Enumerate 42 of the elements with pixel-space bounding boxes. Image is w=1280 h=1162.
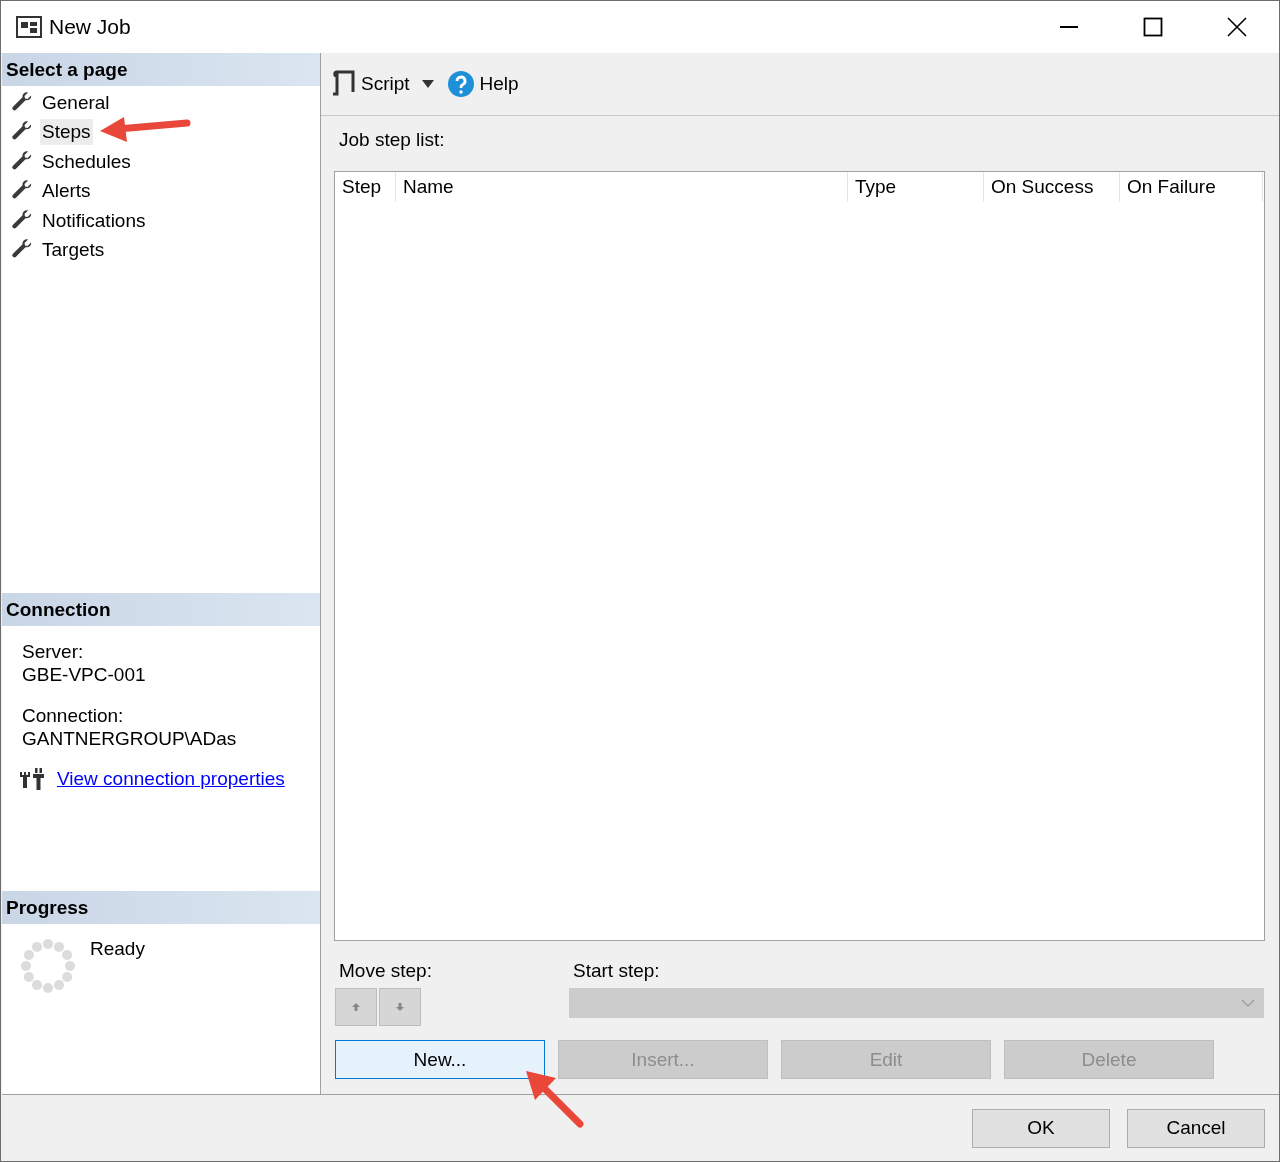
maximize-icon xyxy=(1143,17,1163,37)
spinner-icon xyxy=(20,938,76,994)
section-header: Connection xyxy=(2,593,320,626)
cancel-button[interactable]: Cancel xyxy=(1127,1108,1265,1148)
caret-icon[interactable] xyxy=(421,80,434,88)
scroll-icon xyxy=(331,70,355,98)
window-icon xyxy=(16,16,42,38)
help-icon xyxy=(447,71,474,97)
page-item[interactable]: Schedules xyxy=(40,148,133,175)
column-header[interactable]: Step xyxy=(335,172,396,202)
page-item[interactable]: General xyxy=(40,89,112,116)
script-button[interactable]: Script xyxy=(331,70,410,98)
down-arrow-icon xyxy=(395,1002,405,1012)
column-header[interactable]: On Success xyxy=(984,172,1120,202)
connection-label: Connection: xyxy=(22,704,125,727)
connection-user: GANTNERGROUP\ADas xyxy=(22,727,238,750)
annotation-arrow xyxy=(526,1071,584,1128)
column-header[interactable]: On Failure xyxy=(1120,172,1263,202)
minimize-icon xyxy=(1059,26,1079,28)
server-label: Server: xyxy=(22,640,85,663)
ok-button[interactable]: OK xyxy=(972,1108,1110,1148)
close-icon xyxy=(1227,17,1247,37)
page-item[interactable]: Alerts xyxy=(40,178,93,205)
column-header[interactable]: Type xyxy=(848,172,984,202)
progress-status: Ready xyxy=(90,938,145,961)
move-step-label: Move step: xyxy=(339,959,433,983)
page-item[interactable]: Targets xyxy=(40,237,107,264)
page-item[interactable]: Steps xyxy=(40,119,93,146)
section-header: Select a page xyxy=(2,53,320,86)
page-item[interactable]: Notifications xyxy=(40,207,148,234)
connection-properties-link[interactable]: View connection properties xyxy=(57,768,285,790)
help-button[interactable]: Help xyxy=(447,71,519,97)
chevron-icon xyxy=(1241,999,1255,1007)
job-step-list-label: Job step list: xyxy=(339,128,446,152)
column-header[interactable]: Name xyxy=(396,172,848,202)
window-title: New Job xyxy=(49,15,132,39)
section-header: Progress xyxy=(2,891,320,924)
plug-icon xyxy=(18,766,46,792)
up-arrow-icon xyxy=(351,1002,361,1012)
start-step-label: Start step: xyxy=(573,959,661,983)
server-name: GBE-VPC-001 xyxy=(22,663,147,686)
step-action-button[interactable]: New... xyxy=(335,1040,545,1079)
